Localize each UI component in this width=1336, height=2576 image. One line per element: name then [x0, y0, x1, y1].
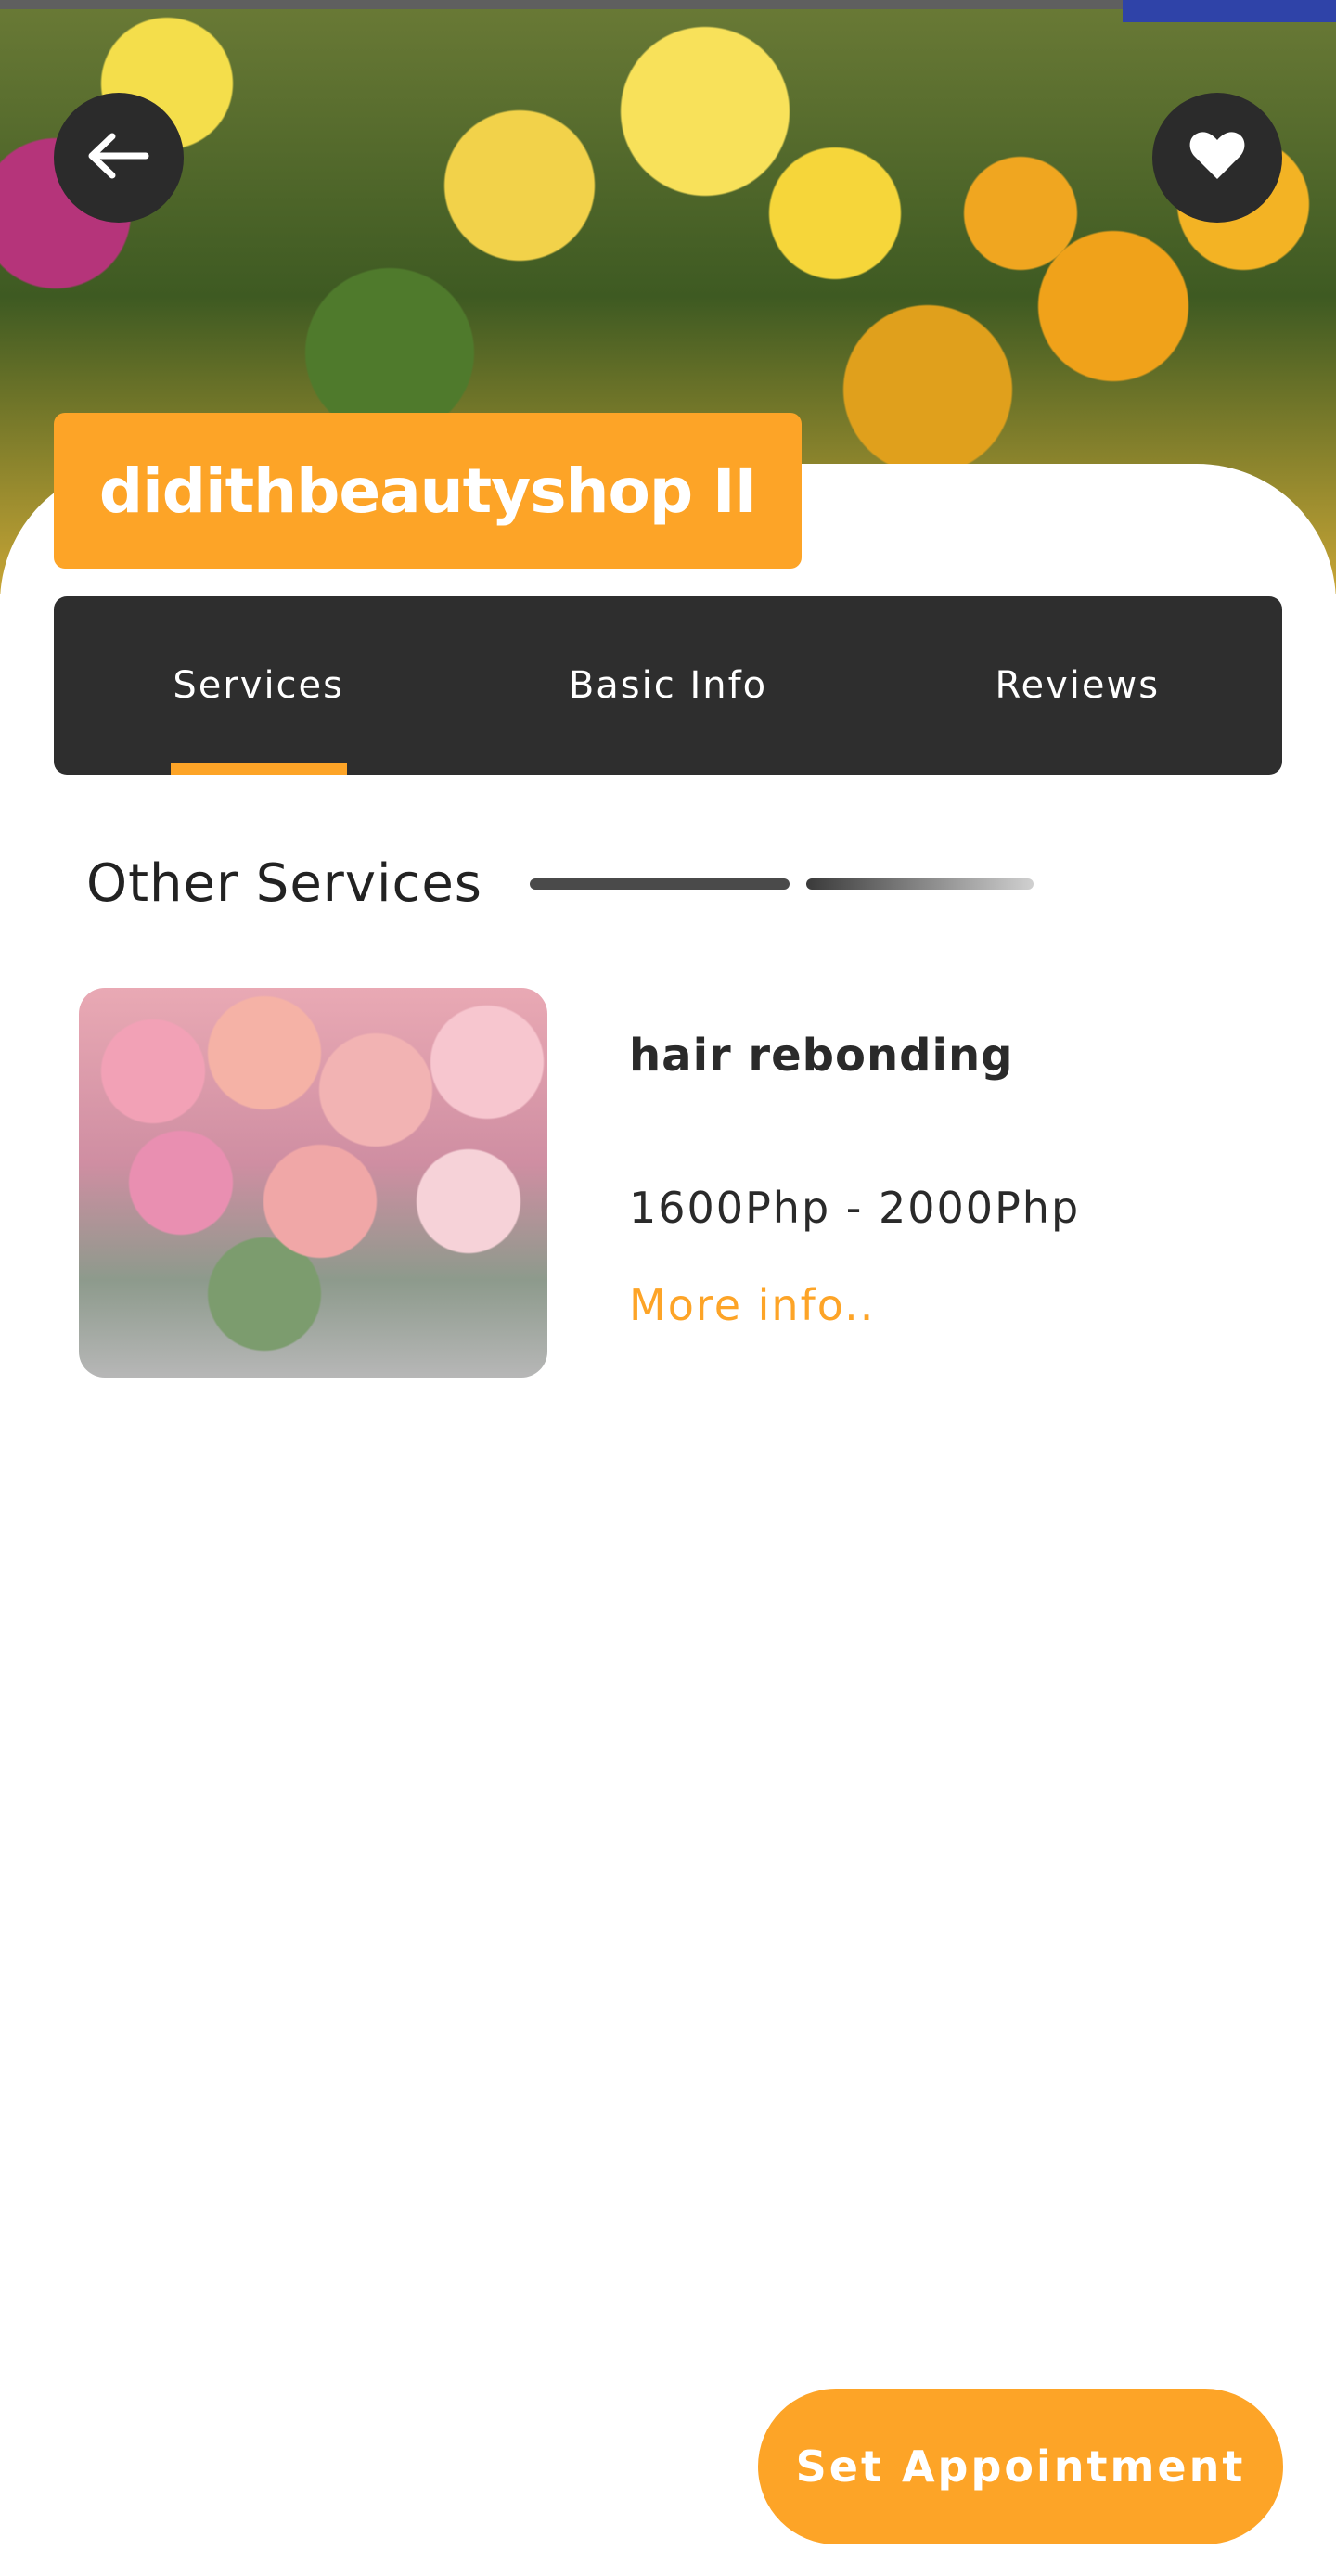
- service-thumbnail: [79, 988, 547, 1378]
- tab-reviews[interactable]: Reviews: [873, 596, 1282, 775]
- arrow-left-icon: [86, 133, 151, 183]
- active-tab-indicator: [170, 763, 347, 775]
- service-price: 1600Php - 2000Php: [629, 1183, 1081, 1233]
- tab-basic-info[interactable]: Basic Info: [463, 596, 872, 775]
- service-name: hair rebonding: [629, 1030, 1014, 1082]
- set-appointment-button[interactable]: Set Appointment: [758, 2389, 1283, 2544]
- service-card[interactable]: hair rebonding 1600Php - 2000Php More in…: [79, 988, 1257, 1378]
- tab-basic-info-label: Basic Info: [568, 664, 768, 707]
- heart-icon: [1189, 131, 1245, 185]
- carousel-indicator-1: [530, 878, 790, 890]
- shop-name: didithbeautyshop II: [98, 455, 757, 527]
- tab-reviews-label: Reviews: [995, 664, 1161, 707]
- more-info-link[interactable]: More info..: [629, 1280, 875, 1330]
- shop-title-banner: didithbeautyshop II: [54, 413, 802, 569]
- section-title: Other Services: [86, 853, 482, 914]
- set-appointment-label: Set Appointment: [795, 2441, 1246, 2492]
- content-sheet: [0, 464, 1336, 2576]
- carousel-indicator-2: [806, 878, 1034, 890]
- favorite-button[interactable]: [1152, 93, 1282, 223]
- tab-bar: Services Basic Info Reviews: [54, 596, 1282, 775]
- tab-services[interactable]: Services: [54, 596, 463, 775]
- tab-services-label: Services: [173, 664, 344, 707]
- back-button[interactable]: [54, 93, 184, 223]
